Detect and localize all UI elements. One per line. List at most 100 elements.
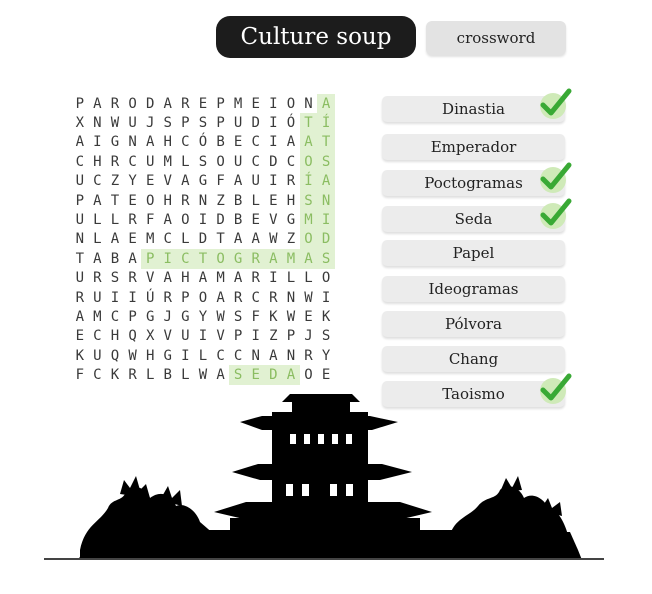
grid-cell[interactable]: M bbox=[89, 307, 107, 326]
grid-cell[interactable]: S bbox=[229, 307, 247, 326]
grid-cell[interactable]: B bbox=[106, 249, 124, 268]
grid-cell[interactable]: S bbox=[317, 327, 335, 346]
grid-cell[interactable]: J bbox=[300, 327, 318, 346]
grid-cell[interactable]: H bbox=[282, 191, 300, 210]
grid-cell[interactable]: S bbox=[159, 113, 177, 132]
grid-cell[interactable]: A bbox=[106, 230, 124, 249]
grid-cell[interactable]: L bbox=[89, 230, 107, 249]
grid-cell[interactable]: V bbox=[212, 327, 230, 346]
grid-cell[interactable]: R bbox=[106, 152, 124, 171]
grid-cell[interactable]: C bbox=[247, 133, 265, 152]
grid-cell[interactable]: B bbox=[229, 210, 247, 229]
grid-cell[interactable]: E bbox=[300, 307, 318, 326]
word-item[interactable]: Ideogramas bbox=[382, 276, 565, 302]
grid-cell[interactable]: L bbox=[141, 365, 159, 384]
grid-cell[interactable]: N bbox=[282, 346, 300, 365]
grid-cell[interactable]: E bbox=[141, 172, 159, 191]
grid-cell[interactable]: N bbox=[317, 190, 335, 211]
word-item[interactable]: Chang bbox=[382, 346, 565, 372]
grid-cell[interactable]: R bbox=[265, 288, 283, 307]
grid-cell[interactable]: A bbox=[141, 133, 159, 152]
grid-cell[interactable]: A bbox=[194, 269, 212, 288]
grid-cell[interactable]: Y bbox=[317, 346, 335, 365]
grid-cell[interactable]: M bbox=[159, 152, 177, 171]
grid-cell[interactable]: L bbox=[194, 346, 212, 365]
grid-cell[interactable]: C bbox=[282, 152, 300, 171]
grid-cell[interactable]: H bbox=[89, 152, 107, 171]
grid-cell[interactable]: V bbox=[159, 172, 177, 191]
grid-cell[interactable]: L bbox=[89, 210, 107, 229]
grid-cell[interactable]: Í bbox=[317, 113, 335, 133]
grid-cell[interactable]: A bbox=[124, 249, 142, 268]
grid-cell[interactable]: D bbox=[212, 210, 230, 229]
grid-cell[interactable]: U bbox=[141, 152, 159, 171]
grid-cell[interactable]: M bbox=[229, 94, 247, 113]
grid-cell[interactable]: C bbox=[106, 307, 124, 326]
grid-cell[interactable]: L bbox=[177, 152, 195, 171]
grid-cell[interactable]: R bbox=[246, 249, 265, 269]
grid-cell[interactable]: U bbox=[89, 288, 107, 307]
grid-cell[interactable]: R bbox=[159, 288, 177, 307]
grid-cell[interactable]: C bbox=[89, 327, 107, 346]
grid-cell[interactable]: R bbox=[124, 210, 142, 229]
grid-cell[interactable]: I bbox=[317, 210, 335, 230]
grid-cell[interactable]: A bbox=[282, 365, 300, 385]
grid-cell[interactable]: F bbox=[212, 172, 230, 191]
grid-cell[interactable]: P bbox=[71, 191, 89, 210]
grid-cell[interactable]: A bbox=[299, 132, 318, 153]
grid-cell[interactable]: M bbox=[299, 210, 318, 230]
grid-cell[interactable]: S bbox=[317, 249, 335, 269]
grid-cell[interactable]: E bbox=[247, 210, 265, 229]
grid-cell[interactable]: W bbox=[265, 230, 283, 249]
grid-cell[interactable]: K bbox=[106, 365, 124, 384]
grid-cell[interactable]: M bbox=[212, 269, 230, 288]
grid-cell[interactable]: G bbox=[194, 172, 212, 191]
grid-cell[interactable]: S bbox=[194, 113, 212, 132]
grid-cell[interactable]: G bbox=[229, 249, 247, 269]
grid-cell[interactable]: E bbox=[247, 94, 265, 113]
grid-cell[interactable]: A bbox=[299, 249, 318, 269]
grid-cell[interactable]: E bbox=[194, 94, 212, 113]
grid-cell[interactable]: G bbox=[282, 210, 300, 229]
grid-cell[interactable]: Z bbox=[212, 191, 230, 210]
grid-cell[interactable]: I bbox=[247, 327, 265, 346]
grid-cell[interactable]: N bbox=[124, 133, 142, 152]
grid-cell[interactable]: R bbox=[247, 269, 265, 288]
grid-cell[interactable]: O bbox=[317, 269, 335, 288]
grid-cell[interactable]: S bbox=[194, 152, 212, 171]
grid-cell[interactable]: C bbox=[124, 152, 142, 171]
grid-cell[interactable]: A bbox=[159, 94, 177, 113]
grid-cell[interactable]: R bbox=[106, 94, 124, 113]
grid-cell[interactable]: P bbox=[124, 307, 142, 326]
grid-cell[interactable]: I bbox=[194, 210, 212, 229]
grid-cell[interactable]: A bbox=[159, 210, 177, 229]
grid-cell[interactable]: A bbox=[247, 230, 265, 249]
grid-cell[interactable]: A bbox=[71, 307, 89, 326]
grid-cell[interactable]: Z bbox=[265, 327, 283, 346]
grid-cell[interactable]: I bbox=[106, 288, 124, 307]
grid-cell[interactable]: C bbox=[71, 152, 89, 171]
grid-cell[interactable]: O bbox=[194, 288, 212, 307]
grid-cell[interactable]: A bbox=[159, 269, 177, 288]
grid-cell[interactable]: U bbox=[229, 152, 247, 171]
grid-cell[interactable]: S bbox=[299, 190, 318, 211]
grid-cell[interactable]: H bbox=[141, 346, 159, 365]
grid-cell[interactable]: I bbox=[265, 269, 283, 288]
grid-cell[interactable]: E bbox=[246, 365, 265, 385]
grid-cell[interactable]: N bbox=[247, 346, 265, 365]
grid-cell[interactable]: L bbox=[300, 269, 318, 288]
grid-cell[interactable]: N bbox=[194, 191, 212, 210]
grid-cell[interactable]: I bbox=[177, 346, 195, 365]
grid-cell[interactable]: H bbox=[177, 269, 195, 288]
grid-cell[interactable]: P bbox=[229, 327, 247, 346]
grid-cell[interactable]: A bbox=[89, 191, 107, 210]
grid-cell[interactable]: A bbox=[89, 94, 107, 113]
grid-cell[interactable]: A bbox=[317, 94, 335, 114]
grid-cell[interactable]: A bbox=[212, 365, 230, 384]
grid-cell[interactable]: I bbox=[317, 288, 335, 307]
grid-cell[interactable]: P bbox=[177, 288, 195, 307]
grid-cell[interactable]: R bbox=[124, 269, 142, 288]
grid-cell[interactable]: A bbox=[264, 249, 283, 269]
grid-cell[interactable]: Q bbox=[106, 346, 124, 365]
grid-cell[interactable]: I bbox=[265, 133, 283, 152]
